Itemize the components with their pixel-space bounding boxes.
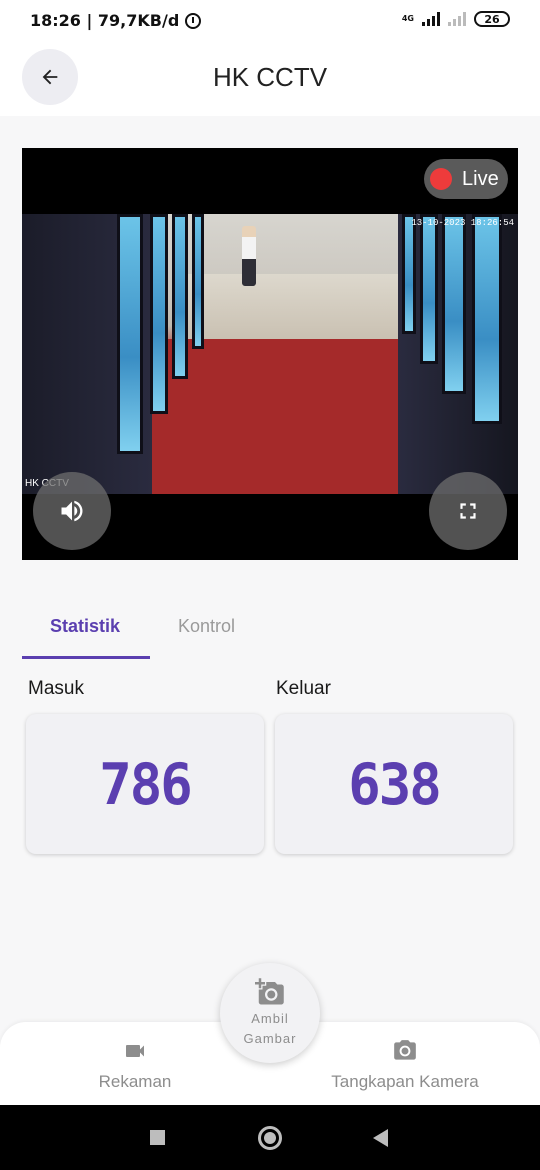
alarm-icon (185, 12, 202, 29)
person-in-feed (242, 226, 256, 286)
status-time-speed: 18:26 | 79,7KB/d (30, 11, 180, 30)
camera-feed (22, 214, 518, 494)
ambil-gambar-label: Ambil Gambar (243, 1011, 297, 1046)
masuk-label: Masuk (28, 678, 84, 699)
volume-button[interactable] (33, 472, 111, 550)
add-photo-icon (255, 978, 284, 1005)
nav-tangkapan-kamera[interactable]: Tangkapan Kamera (300, 1022, 510, 1092)
page-title: HK CCTV (212, 62, 328, 92)
masuk-card: 786 (26, 714, 264, 854)
feed-timestamp: 13-10-2023 18:26:54 (411, 218, 514, 228)
system-back-button[interactable] (373, 1129, 388, 1147)
recents-button[interactable] (150, 1130, 165, 1145)
keluar-count: 638 (348, 750, 442, 818)
live-label: Live (462, 167, 499, 190)
signal-2-icon (448, 12, 466, 26)
status-bar: 18:26 | 79,7KB/d 4G 26 (0, 0, 540, 40)
keluar-label: Keluar (276, 678, 331, 699)
videocam-icon (126, 1045, 144, 1057)
live-dot-icon (430, 168, 452, 190)
status-left: 18:26 | 79,7KB/d (30, 11, 202, 30)
app-header: HK CCTV (0, 40, 540, 116)
cctv-video-player[interactable]: 13-10-2023 18:26:54 HK CCTV Live (22, 148, 518, 560)
battery-icon: 26 (474, 11, 510, 27)
volume-icon (61, 500, 83, 522)
status-right: 4G 26 (402, 11, 510, 27)
tab-bar: Statistik Kontrol (22, 596, 518, 660)
camera-icon (394, 1040, 416, 1060)
masuk-count: 786 (99, 750, 193, 818)
nav-tangkapan-label: Tangkapan Kamera (331, 1072, 479, 1091)
home-button[interactable] (258, 1126, 282, 1150)
live-badge: Live (424, 159, 508, 199)
keluar-card: 638 (275, 714, 513, 854)
tab-kontrol[interactable]: Kontrol (178, 616, 235, 637)
nav-rekaman[interactable]: Rekaman (60, 1022, 210, 1092)
system-nav-bar (0, 1105, 540, 1170)
fullscreen-button[interactable] (429, 472, 507, 550)
ambil-gambar-button[interactable]: Ambil Gambar (220, 963, 320, 1063)
active-tab-indicator (22, 656, 150, 659)
tab-statistik[interactable]: Statistik (50, 616, 120, 637)
fullscreen-icon (460, 503, 476, 519)
signal-icon (422, 12, 440, 26)
network-type: 4G (401, 14, 414, 23)
nav-rekaman-label: Rekaman (98, 1072, 172, 1091)
